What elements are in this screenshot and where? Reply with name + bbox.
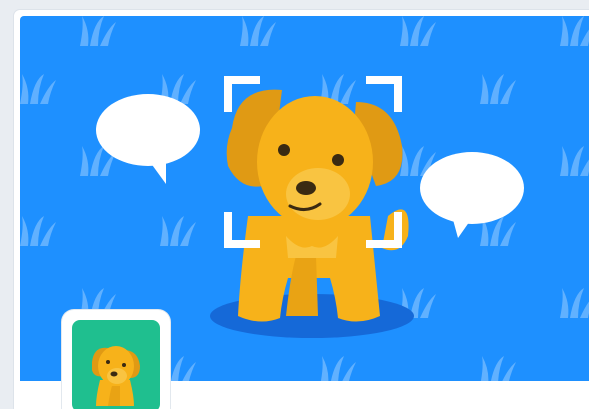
project-card[interactable] [14, 10, 589, 409]
project-thumbnail-frame[interactable] [62, 310, 170, 409]
dog-character-icon [72, 320, 160, 409]
project-thumbnail[interactable] [72, 320, 160, 409]
